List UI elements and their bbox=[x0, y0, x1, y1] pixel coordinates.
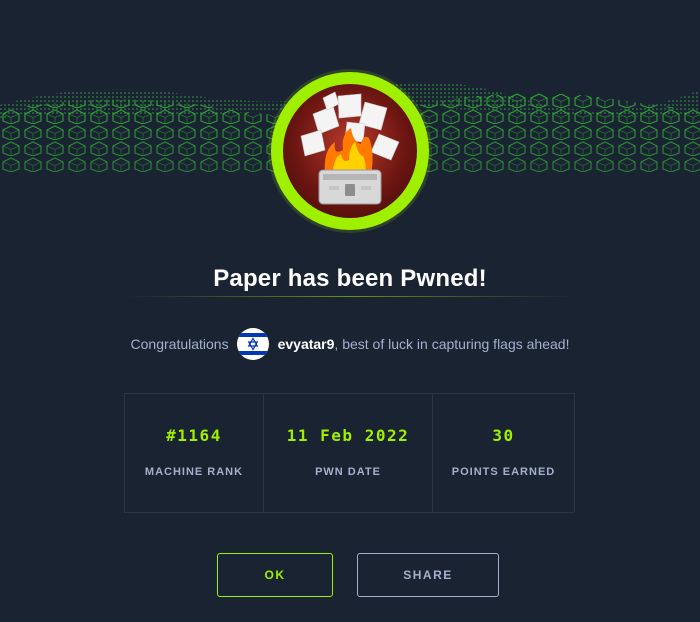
points-earned-value: 30 bbox=[492, 426, 515, 445]
page-title: Paper has been Pwned! bbox=[213, 265, 487, 293]
pwn-date-label: PWN DATE bbox=[315, 466, 381, 478]
stat-points-earned: 30 POINTS EARNED bbox=[433, 394, 574, 512]
share-button[interactable]: SHARE bbox=[357, 553, 499, 597]
congrats-suffix: , best of luck in capturing flags ahead! bbox=[334, 336, 570, 352]
stat-machine-rank: #1164 MACHINE RANK bbox=[125, 394, 264, 512]
pwn-date-value: 11 Feb 2022 bbox=[286, 426, 410, 445]
stats-panel: #1164 MACHINE RANK 11 Feb 2022 PWN DATE … bbox=[124, 393, 575, 513]
congratulations-message: Congratulations evyatar9 , best of luck … bbox=[0, 328, 700, 360]
points-earned-label: POINTS EARNED bbox=[451, 466, 556, 478]
machine-rank-value: #1164 bbox=[166, 426, 222, 445]
israel-flag-icon bbox=[236, 328, 269, 360]
ok-button[interactable]: OK bbox=[217, 553, 333, 597]
congrats-prefix: Congratulations bbox=[130, 336, 229, 352]
burning-printer-icon bbox=[283, 84, 417, 218]
machine-rank-label: MACHINE RANK bbox=[144, 466, 244, 478]
stat-pwn-date: 11 Feb 2022 PWN DATE bbox=[264, 394, 433, 512]
username-link[interactable]: evyatar9 bbox=[278, 336, 335, 352]
title-divider bbox=[126, 296, 574, 297]
machine-avatar bbox=[271, 72, 429, 230]
